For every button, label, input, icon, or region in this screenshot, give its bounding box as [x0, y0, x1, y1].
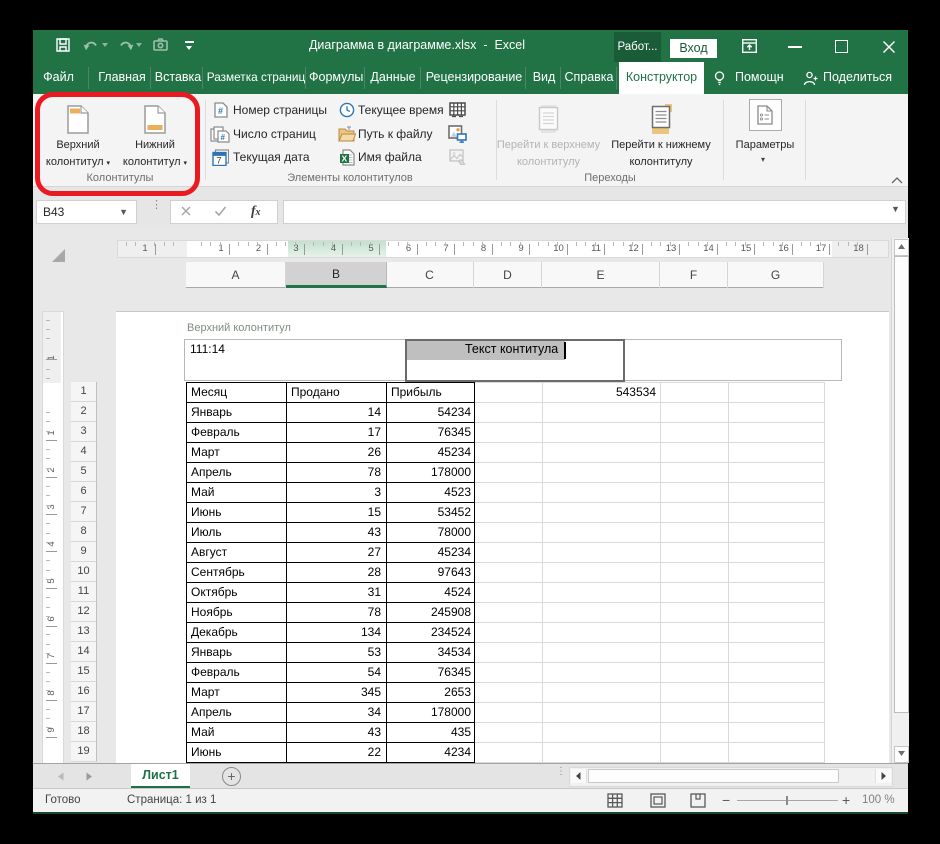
svg-text:#: # — [221, 133, 226, 142]
svg-text:X: X — [342, 154, 348, 164]
svg-text:7: 7 — [216, 156, 221, 167]
svg-text:#: # — [218, 106, 223, 116]
